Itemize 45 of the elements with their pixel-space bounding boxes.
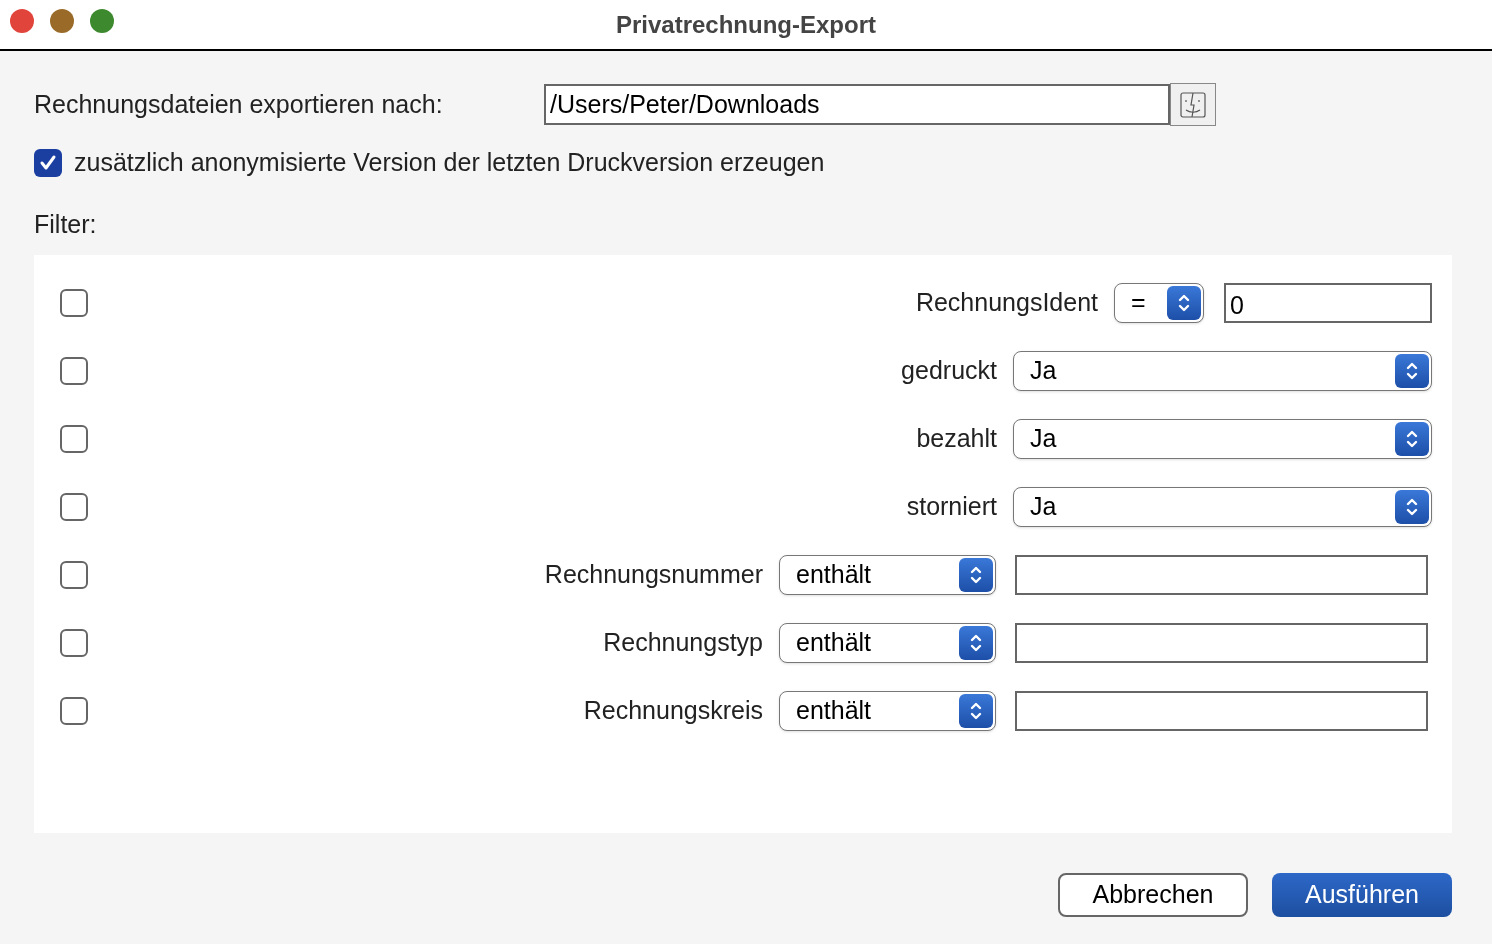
zoom-icon[interactable] <box>90 9 114 33</box>
checkbox[interactable] <box>60 561 88 589</box>
filter-label: Rechnungskreis <box>583 695 763 727</box>
checkbox[interactable] <box>60 289 88 317</box>
operator-select[interactable]: enthält <box>779 623 996 663</box>
filter-label: RechnungsIdent <box>915 287 1098 319</box>
minimize-icon[interactable] <box>50 9 74 33</box>
stepper-icon <box>959 626 993 660</box>
checkbox[interactable] <box>60 357 88 385</box>
run-button[interactable]: Ausführen <box>1272 873 1452 917</box>
filter-label: Rechnungsnummer <box>544 559 763 591</box>
value-select[interactable]: Ja <box>1013 487 1432 527</box>
filter-label: storniert <box>906 491 997 523</box>
checkbox[interactable] <box>34 148 62 177</box>
checkbox[interactable] <box>60 425 88 453</box>
checkbox[interactable] <box>60 629 88 657</box>
filter-label: bezahlt <box>916 423 997 455</box>
stepper-icon <box>1395 354 1429 388</box>
checkbox[interactable] <box>60 493 88 521</box>
value-field[interactable] <box>1015 555 1428 595</box>
value-field[interactable] <box>1015 623 1428 663</box>
cancel-button[interactable]: Abbrechen <box>1058 873 1248 917</box>
operator-select[interactable]: enthält <box>779 555 996 595</box>
window-title: Privatrechnung-Export <box>615 9 876 40</box>
export-label: Rechnungsdateien exportieren nach: <box>34 88 444 120</box>
filter-heading: Filter: <box>34 208 98 240</box>
filter-label: Rechnungstyp <box>603 627 763 659</box>
browse-button[interactable] <box>1170 83 1216 126</box>
operator-select[interactable]: enthält <box>779 691 996 731</box>
value-field[interactable] <box>1015 691 1428 731</box>
finder-face-icon <box>1179 90 1207 119</box>
value-field[interactable]: 0 <box>1224 283 1432 323</box>
stepper-icon <box>1395 422 1429 456</box>
operator-select[interactable]: = <box>1114 283 1204 323</box>
stepper-icon <box>1395 490 1429 524</box>
stepper-icon <box>959 694 993 728</box>
option-label: zusätzlich anonymisierte Version der letzten Druckversion erzeugen <box>74 147 825 178</box>
filter-label: gedruckt <box>901 355 997 387</box>
path-field[interactable]: /Users/Peter/Downloads <box>544 84 1170 125</box>
stepper-icon <box>959 558 993 592</box>
value-select[interactable]: Ja <box>1013 419 1432 459</box>
close-icon[interactable] <box>10 9 34 33</box>
stepper-icon <box>1167 286 1201 320</box>
value-select[interactable]: Ja <box>1013 351 1432 391</box>
checkbox[interactable] <box>60 697 88 725</box>
